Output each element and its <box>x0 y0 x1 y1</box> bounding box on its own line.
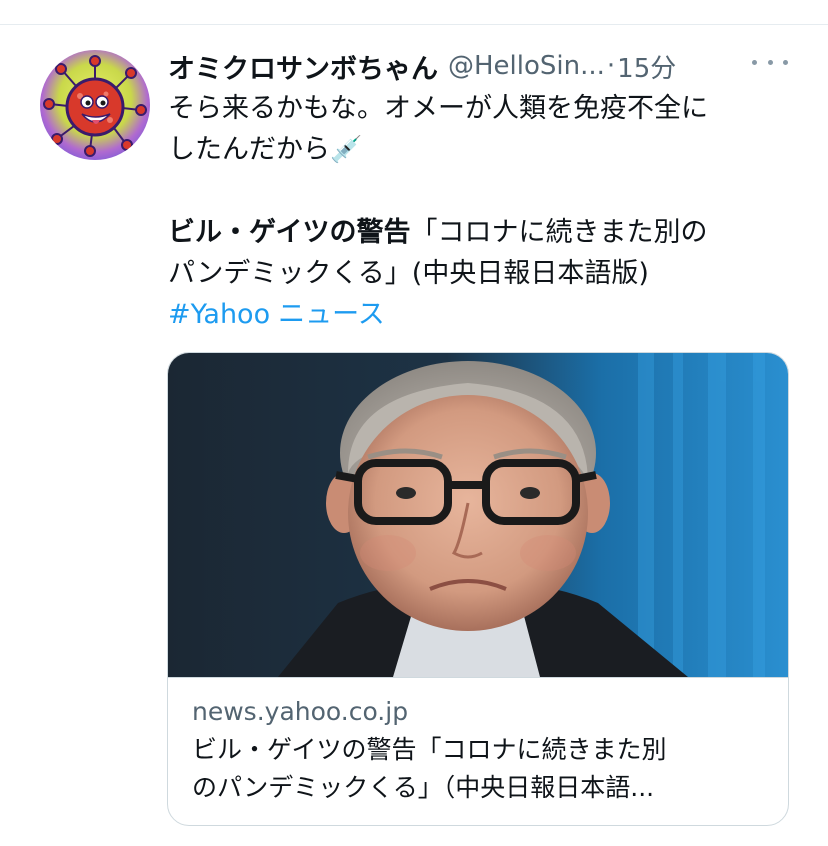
virus-mascot-icon <box>40 50 150 160</box>
card-photo <box>168 353 788 677</box>
card-title-line1: ビル・ゲイツの警告「コロナに続きまた別 <box>192 735 667 764</box>
headline-line: パンデミックくる」(中央日報日本語版) <box>168 253 788 294</box>
headline-line: ビル・ゲイツの警告「コロナに続きまた別の <box>168 212 788 253</box>
user-handle[interactable]: @HelloSin... <box>448 51 605 81</box>
tweet-text-line: そら来るかもな。オメーが人類を免疫不全に <box>168 88 788 129</box>
link-card[interactable]: news.yahoo.co.jp ビル・ゲイツの警告「コロナに続きまた別 のパン… <box>167 352 789 826</box>
more-dot <box>752 59 757 65</box>
card-domain: news.yahoo.co.jp <box>192 697 409 726</box>
more-dot <box>783 59 788 65</box>
headline-line2: パンデミックくる」(中央日報日本語版) <box>168 258 649 289</box>
timestamp[interactable]: 15分 <box>617 48 676 85</box>
avatar[interactable] <box>40 50 150 160</box>
headline-rest: 「コロナに続きまた別の <box>410 217 708 248</box>
tweet-text-line1: そら来るかもな。オメーが人類を免疫不全に <box>168 93 708 124</box>
syringe-icon: 💉 <box>330 135 363 165</box>
tweet-text-line2: したんだから <box>168 134 330 165</box>
more-icon[interactable] <box>752 52 788 72</box>
tweet-text: そら来るかもな。オメーが人類を免疫不全に したんだから💉 ビル・ゲイツの警告「コ… <box>168 88 788 335</box>
card-title: ビル・ゲイツの警告「コロナに続きまた別 のパンデミックくる」（中央日報日本語..… <box>192 731 772 807</box>
more-dot <box>767 59 773 65</box>
display-name[interactable]: オミクロサンボちゃん <box>168 47 438 86</box>
card-divider <box>168 677 788 678</box>
hashtag-suffix-link[interactable]: ニュース <box>278 299 385 330</box>
top-divider <box>0 24 828 25</box>
headline-bold: ビル・ゲイツの警告 <box>168 217 411 248</box>
header-separator: · <box>606 51 616 81</box>
card-image[interactable] <box>168 353 788 677</box>
card-meta: news.yahoo.co.jp ビル・ゲイツの警告「コロナに続きまた別 のパン… <box>192 693 772 807</box>
tweet-text-line: したんだから💉 <box>168 129 788 171</box>
hashtag-link[interactable]: #Yahoo <box>168 299 270 330</box>
tweet-header: オミクロサンボちゃん @HelloSin... · 15分 <box>168 44 808 88</box>
card-title-line2: のパンデミックくる」（中央日報日本語... <box>192 773 655 802</box>
hashtag-line: #Yahoo ニュース <box>168 294 788 335</box>
